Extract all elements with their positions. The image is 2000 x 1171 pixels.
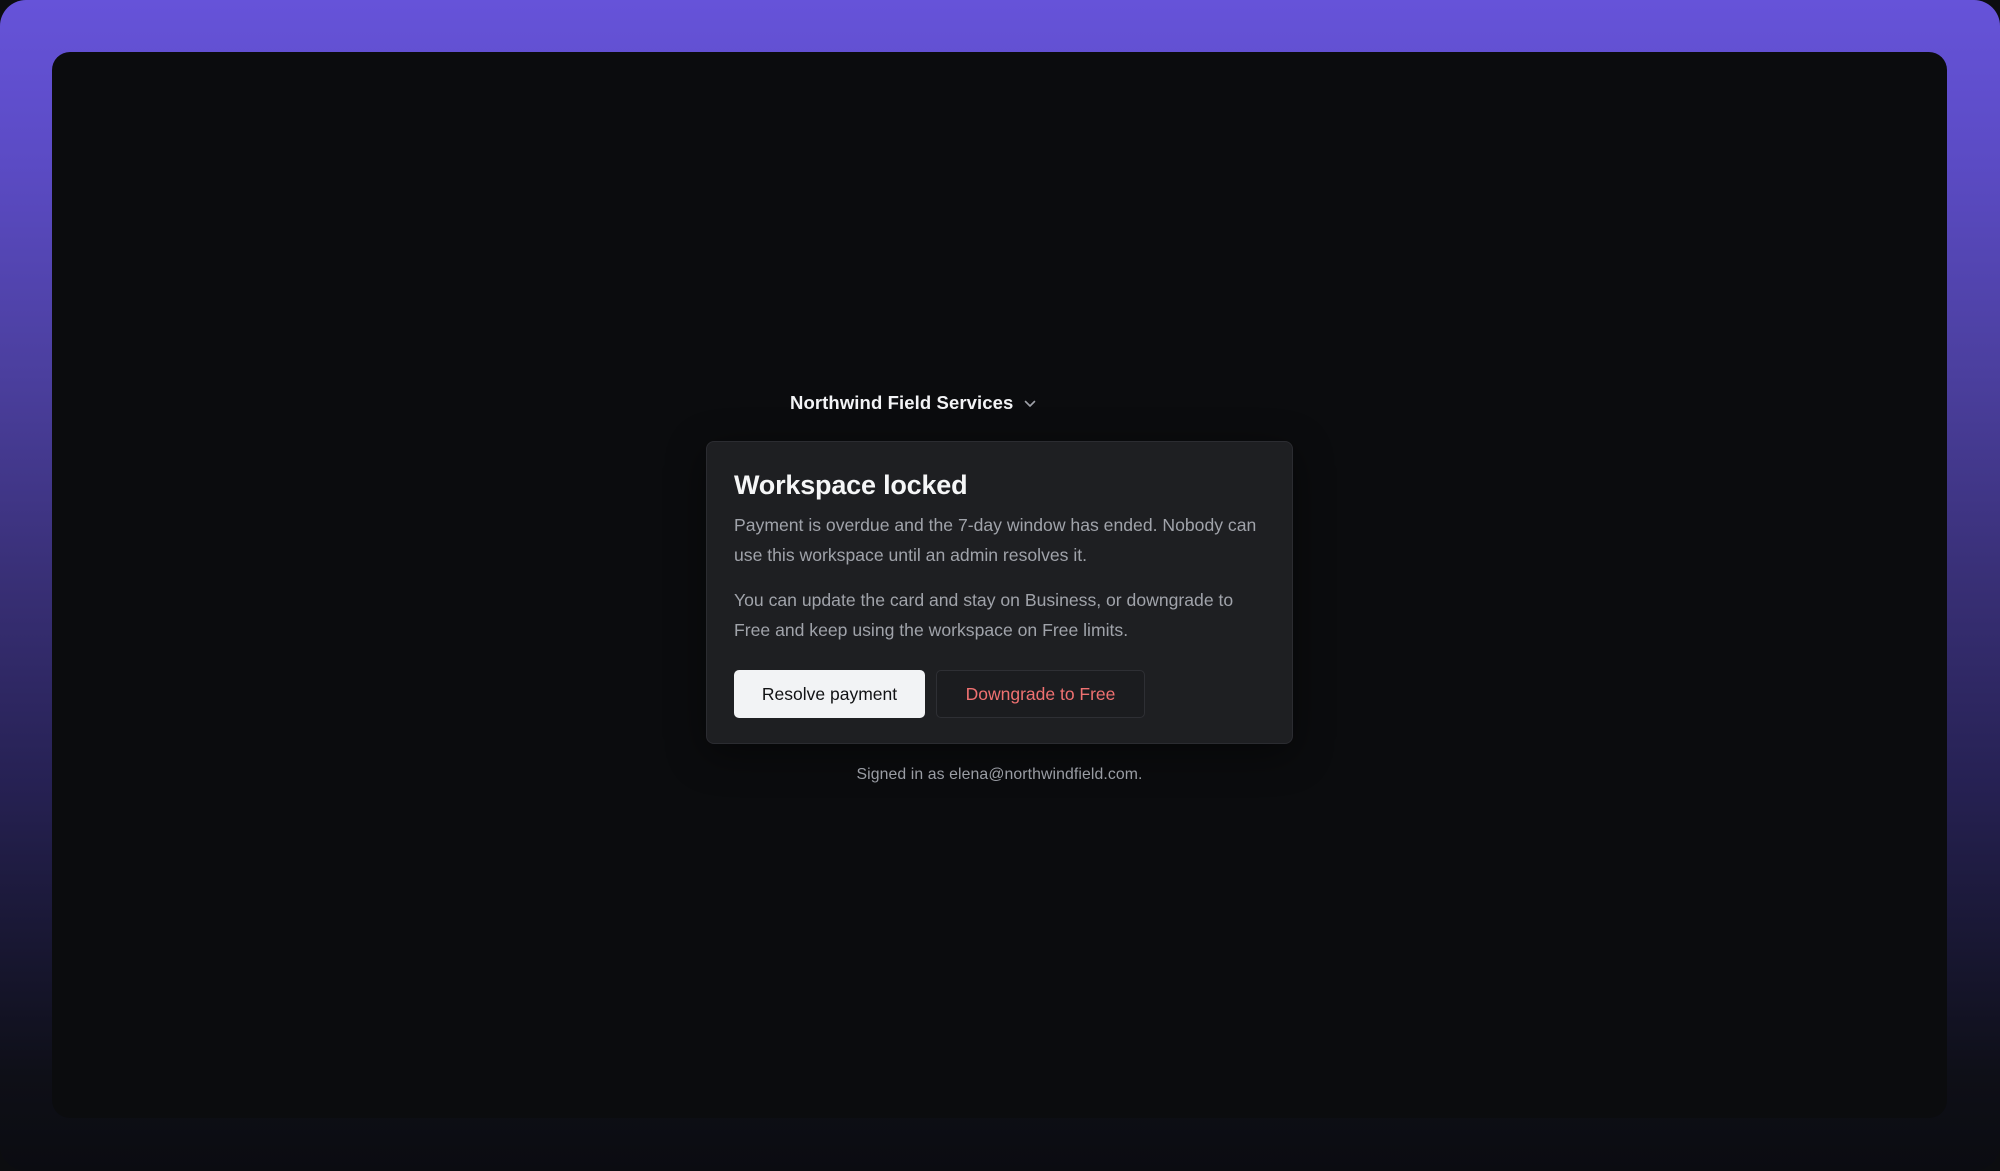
workspace-locked-card: Workspace locked Payment is overdue and … <box>706 441 1293 744</box>
options-message: You can update the card and stay on Busi… <box>734 590 1234 640</box>
card-actions: Resolve payment Downgrade to Free <box>734 670 1265 718</box>
downgrade-to-free-button[interactable]: Downgrade to Free <box>936 670 1145 718</box>
signed-in-status: Signed in as elena@northwindfield.com. <box>856 766 1143 783</box>
overdue-message: Payment is overdue and the 7-day window … <box>734 515 1257 565</box>
resolve-payment-button[interactable]: Resolve payment <box>734 670 925 718</box>
app-window: Northwind Field Services Workspace locke… <box>52 52 1947 1118</box>
workspace-name: Northwind Field Services <box>790 392 1014 413</box>
workspace-switcher[interactable]: Northwind Field Services <box>790 387 1037 419</box>
chevron-down-icon <box>1023 397 1037 411</box>
desktop-background: Northwind Field Services Workspace locke… <box>0 0 2000 1171</box>
card-title: Workspace locked <box>734 470 968 500</box>
